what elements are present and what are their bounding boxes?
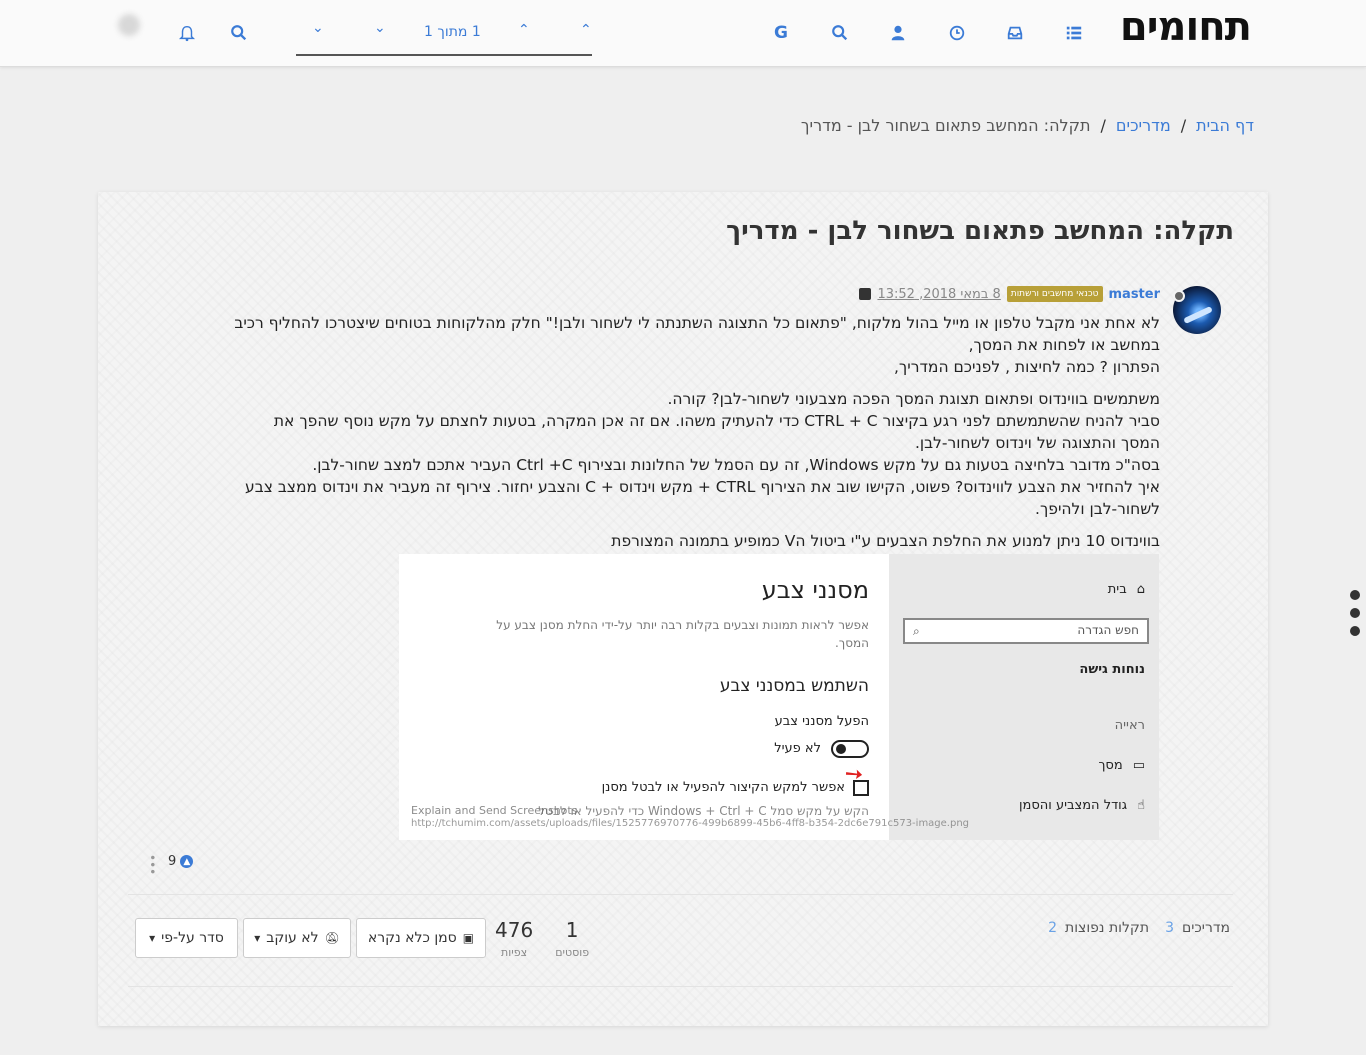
search-icon[interactable] — [829, 22, 851, 44]
breadcrumb-category[interactable]: מדריכים — [1116, 116, 1171, 135]
user-avatar[interactable] — [118, 14, 140, 36]
sidebar-item-cursor: ☝ גודל המצביע והסמן — [1018, 798, 1145, 813]
watermark-url: http://tchumim.com/assets/uploads/files/… — [411, 818, 970, 829]
checkbox-label: אפשר למקש הקיצור להפעיל או לבטל מסנן — [601, 780, 845, 795]
topic-title: תקלה: המחשב פתאום בשחור לבן - מדריך — [726, 216, 1234, 246]
inbox-icon[interactable] — [1004, 22, 1026, 44]
google-icon[interactable]: G — [770, 22, 792, 44]
mark-unread-button[interactable]: ▣ סמן כלא נקרא — [356, 918, 486, 958]
settings-title: מסנני צבע — [761, 576, 869, 604]
breadcrumb-separator: / — [1180, 116, 1187, 135]
bell-slash-icon: 🔕︎ — [324, 931, 340, 945]
settings-description: אפשר לראות תמונות וצבעים בקלות רבה יותר … — [496, 618, 869, 650]
sort-button[interactable]: סדר על-פי ▾ — [135, 918, 238, 958]
enable-label: הפעל מסנני צבע — [774, 714, 869, 729]
breadcrumb-current: תקלה: המחשב פתאום בשחור לבן - מדריך — [800, 116, 1091, 135]
breadcrumb-home[interactable]: דף הבית — [1196, 116, 1254, 135]
post-content: לא אחת אני מקבל טלפון או מייל בהול מלקוח… — [230, 312, 1160, 562]
settings-sidebar: ⌂ בית חפש הגדרה ⌕ נוחות גישה ראייה ▭ מסך ☝ ג… — [889, 554, 1159, 840]
inbox-icon: ▣ — [462, 931, 475, 945]
page-menu-icon[interactable] — [1350, 590, 1360, 644]
breadcrumb: דף הבית / מדריכים / תקלה: המחשב פתאום בש… — [801, 116, 1254, 135]
toggle-state: לא פעיל — [774, 741, 821, 756]
post-timestamp[interactable]: 8 במאי 2018, 13:52 — [877, 287, 1000, 302]
settings-search: חפש הגדרה ⌕ — [903, 618, 1149, 644]
clock-icon[interactable] — [946, 22, 968, 44]
monitor-icon: ▭ — [1132, 758, 1145, 773]
sidebar-section: נוחות גישה — [1079, 662, 1145, 677]
watch-button[interactable]: 🔕︎ לא עוקב ▾ — [243, 918, 351, 958]
home-icon: ⌂ — [1136, 582, 1145, 597]
tag-common-issues[interactable]: תקלות נפוצות2 — [1048, 920, 1149, 936]
sidebar-item-display: ▭ מסך — [1098, 758, 1145, 773]
post-menu-icon[interactable]: ••• — [145, 854, 159, 875]
upvote-icon[interactable]: ▲ — [180, 855, 194, 868]
breadcrumb-separator: / — [1100, 116, 1106, 135]
color-filter-toggle — [831, 740, 869, 758]
brand-logo[interactable]: תחומים — [1120, 4, 1252, 50]
caret-down-icon: ▾ — [149, 931, 156, 945]
status-indicator — [1173, 290, 1185, 302]
user-icon[interactable] — [887, 22, 909, 44]
tag-guides[interactable]: מדריכים3 — [1165, 920, 1230, 936]
sidebar-item-vision: ראייה — [1114, 718, 1145, 733]
next-page-icon[interactable]: ⌄ — [374, 20, 386, 36]
pagination: ⌃ ⌃ 1 מתוך 1 ⌄ ⌄ — [296, 14, 592, 56]
post-paragraph: משתמשים בווינדוס ופתאום תצוגת המסך הפכה … — [245, 390, 1160, 518]
caret-down-icon: ▾ — [254, 931, 261, 945]
topic-tags: מדריכים3 תקלות נפוצות2 — [1048, 920, 1230, 936]
author-name[interactable]: master — [1109, 287, 1161, 302]
post-meta: master טכנאי מחשבים ורשתות 8 במאי 2018, … — [859, 286, 1160, 302]
post-paragraph: לא אחת אני מקבל טלפון או מייל בהול מלקוח… — [234, 314, 1160, 376]
post-paragraph: בווינדוס 10 ניתן למנוע את החלפת הצבעים ע… — [611, 532, 1160, 550]
cursor-icon: ☝ — [1137, 798, 1145, 813]
list-icon[interactable] — [1063, 22, 1085, 44]
last-page-icon[interactable]: ⌄ — [312, 20, 324, 36]
shortcut-hint: הקש על מקש סמל Windows + Ctrl + C כדי לה… — [538, 804, 869, 818]
watermark-text: Explain and Send Screenshots — [411, 804, 578, 817]
vote-count[interactable]: 9 ▲ — [168, 854, 194, 869]
settings-subtitle: השתמש במסנני צבע — [719, 676, 869, 696]
shortcut-checkbox — [853, 780, 869, 796]
page-indicator[interactable]: 1 מתוך 1 — [424, 24, 481, 40]
sidebar-item-home: ⌂ בית — [1107, 582, 1145, 597]
prev-page-icon[interactable]: ⌃ — [518, 22, 530, 38]
edit-icon[interactable] — [859, 288, 872, 300]
search-icon[interactable] — [228, 22, 250, 44]
post-image[interactable]: ⌂ בית חפש הגדרה ⌕ נוחות גישה ראייה ▭ מסך ☝ ג… — [399, 554, 1159, 840]
top-bar: תחומים G ⌃ ⌃ 1 מתוך 1 ⌄ ⌄ — [0, 0, 1366, 67]
search-icon: ⌕ — [913, 624, 920, 638]
user-badge: טכנאי מחשבים ורשתות — [1006, 286, 1103, 302]
bell-icon[interactable] — [176, 22, 198, 44]
first-page-icon[interactable]: ⌃ — [580, 22, 592, 38]
